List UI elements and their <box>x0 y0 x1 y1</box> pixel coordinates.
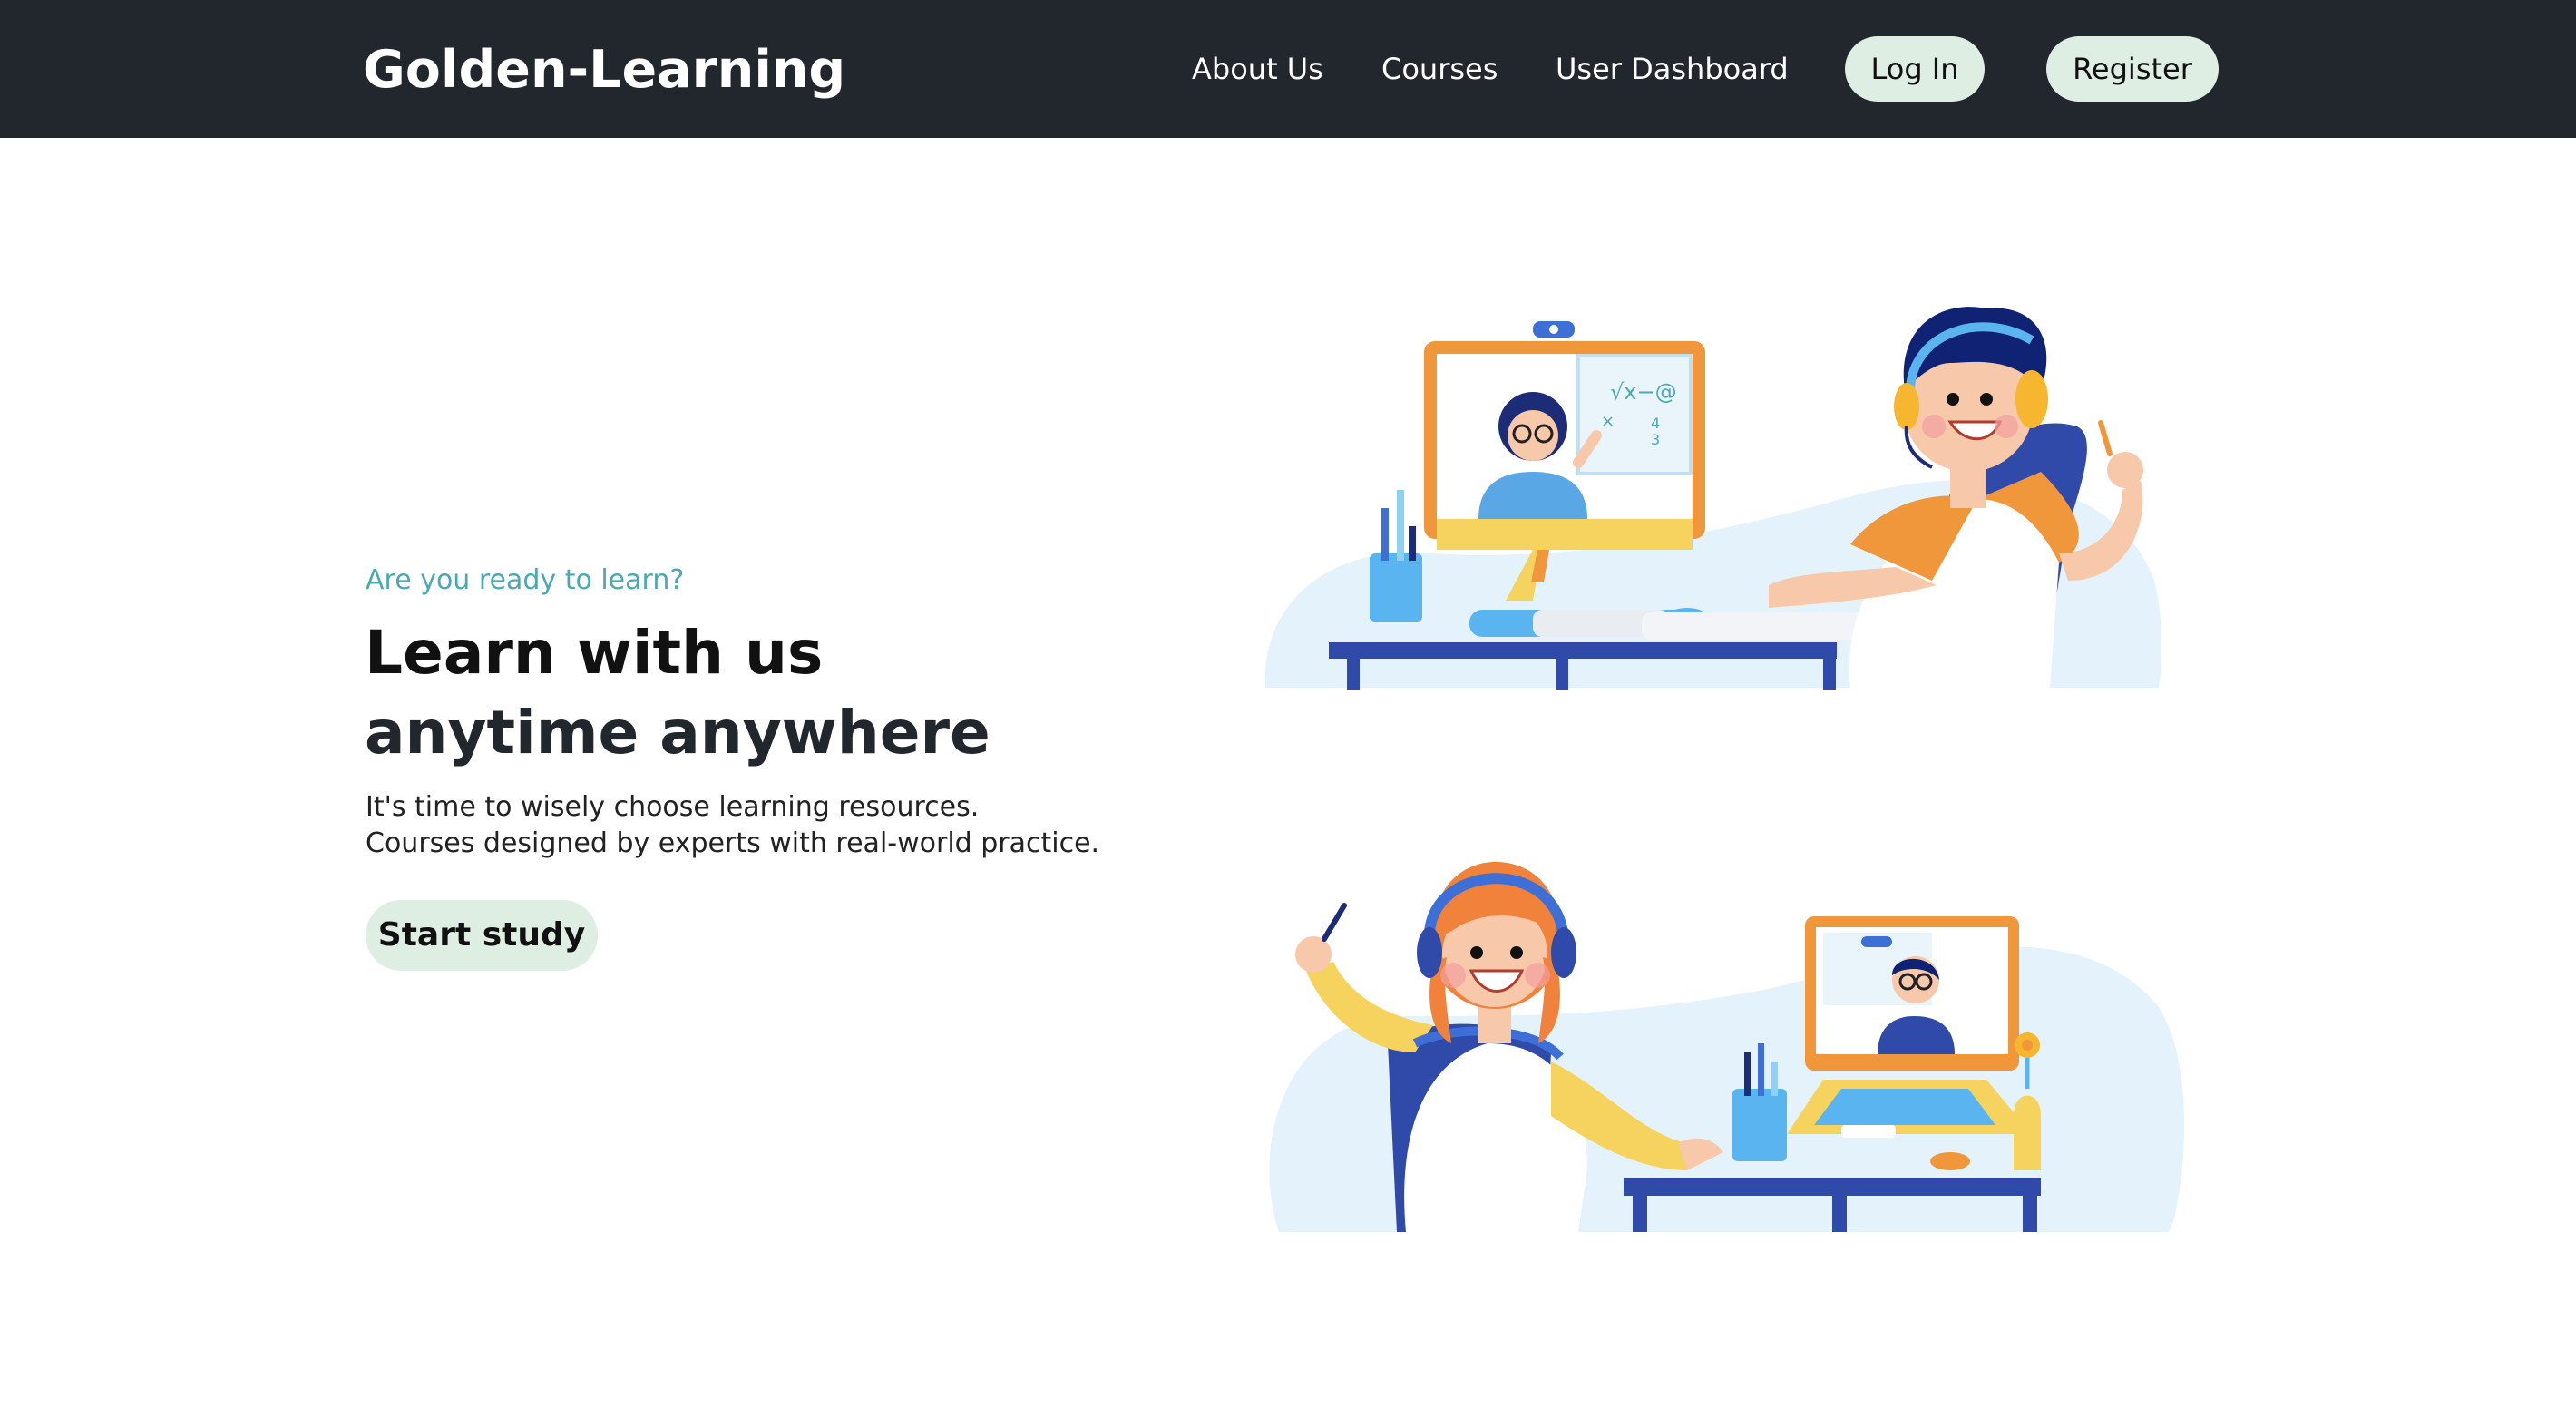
boy-online-class-illustration: √x−@ 4 3 × <box>1264 307 2162 690</box>
login-button[interactable]: Log In <box>1845 36 1985 102</box>
register-button[interactable]: Register <box>2046 36 2219 102</box>
board-fraction-bottom: 3 <box>1651 431 1660 448</box>
board-symbol: × <box>1601 412 1615 431</box>
board-formula-text: √x−@ <box>1610 379 1677 405</box>
nav-link-about-us[interactable]: About Us <box>1192 49 1323 89</box>
top-navbar: Golden-Learning About Us Courses User Da… <box>0 0 2576 138</box>
nav-link-courses[interactable]: Courses <box>1381 49 1498 89</box>
girl-online-class-illustration <box>1269 862 2185 1232</box>
hero-description-line1: It's time to wisely choose learning reso… <box>366 791 980 823</box>
hero-headline-line2: anytime anywhere <box>365 698 990 768</box>
hero-headline-line1: Learn with us <box>365 618 824 688</box>
hero-description-line2: Courses designed by experts with real-wo… <box>366 827 1100 859</box>
hero-eyebrow: Are you ready to learn? <box>366 564 685 596</box>
board-fraction-top: 4 <box>1651 415 1660 432</box>
nav-link-user-dashboard[interactable]: User Dashboard <box>1556 49 1789 89</box>
brand-logo-text[interactable]: Golden-Learning <box>363 36 845 103</box>
start-study-button[interactable]: Start study <box>366 900 598 971</box>
